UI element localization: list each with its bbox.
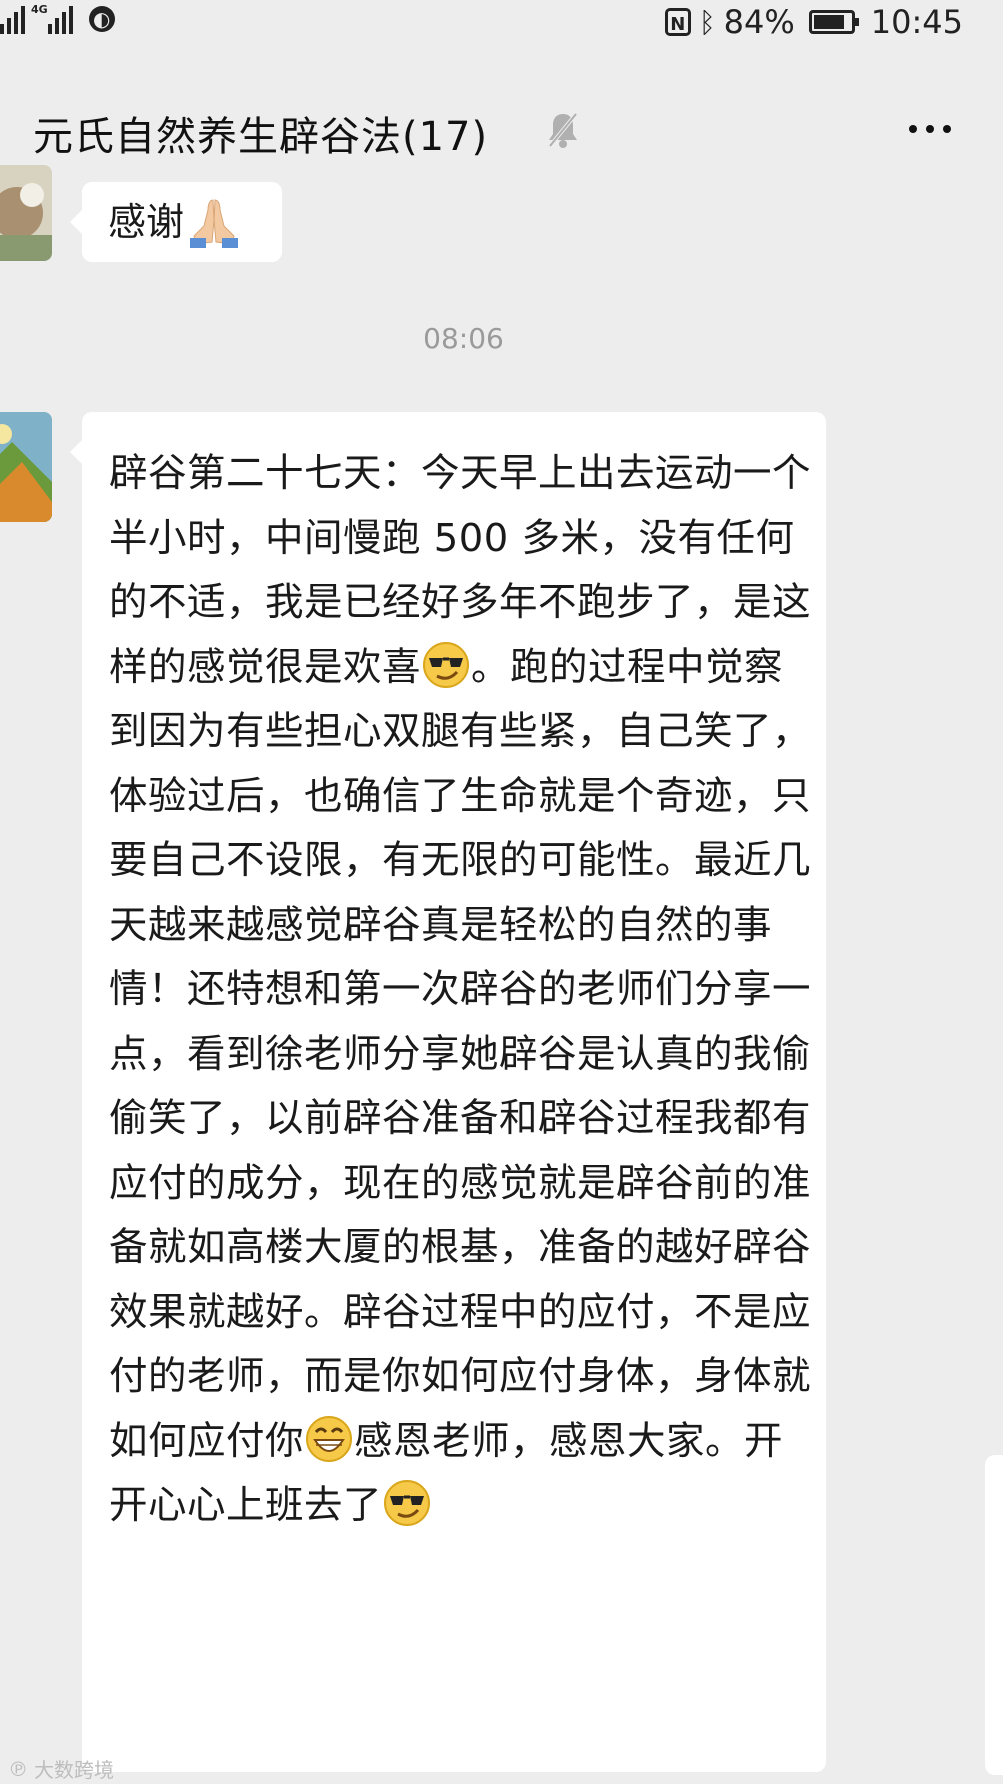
battery-icon [808, 10, 859, 34]
message-text: 感谢 [108, 196, 242, 248]
message-timestamp: 08:06 [423, 322, 504, 355]
scroll-indicator[interactable] [985, 1455, 1003, 1775]
more-icon[interactable] [909, 125, 951, 133]
avatar[interactable] [0, 165, 52, 261]
message-segment-2: 。跑的过程中觉察到因为有些担心双腿有些紧，自己笑了，体验过后，也确信了生命就是个… [109, 644, 812, 1464]
message-text-content: 感谢 [108, 200, 185, 244]
sunglasses-emoji-icon [423, 641, 470, 688]
network-type: 4G [31, 3, 48, 16]
battery-fill [813, 15, 844, 29]
bell-mute-icon [548, 112, 578, 148]
pray-icon [190, 199, 239, 248]
clock: 10:45 [870, 3, 963, 41]
message-bubble[interactable]: 辟谷第二十七天：今天早上出去运动一个半小时，中间慢跑 500 多米，没有任何的不… [70, 412, 826, 1772]
nfc-icon: N [664, 8, 691, 36]
watermark: ℗ 大数跨境 [8, 1754, 114, 1783]
signal-icon [0, 4, 25, 34]
avatar[interactable] [0, 412, 52, 522]
message-text: 辟谷第二十七天：今天早上出去运动一个半小时，中间慢跑 500 多米，没有任何的不… [109, 442, 811, 1539]
grin-emoji-icon [306, 1415, 353, 1462]
status-left: 4G ◐ [0, 3, 115, 34]
watermark-logo-icon: ℗ [8, 1756, 28, 1781]
message-bubble[interactable]: 感谢 [70, 182, 282, 262]
sunglasses-emoji-icon [384, 1480, 431, 1526]
signal-icon-2 [47, 4, 73, 34]
globe-icon: ◐ [88, 6, 115, 32]
bluetooth-icon: ᛒ [698, 5, 716, 39]
avatar-image [0, 165, 52, 261]
chat-header: 元氏自然养生辟谷法(17) [0, 80, 1003, 180]
watermark-text: 大数跨境 [34, 1758, 114, 1782]
avatar-image [0, 412, 52, 522]
battery-percent: 84% [723, 3, 795, 41]
chat-title: 元氏自然养生辟谷法(17) [33, 114, 489, 160]
status-bar: 4G ◐ N ᛒ 84% 10:45 [0, 0, 1003, 44]
status-right: N ᛒ 84% 10:45 [664, 0, 963, 44]
chat-screen: 4G ◐ N ᛒ 84% 10:45 元氏自然养生辟谷法(17) 感谢 08:0… [0, 0, 1003, 1784]
